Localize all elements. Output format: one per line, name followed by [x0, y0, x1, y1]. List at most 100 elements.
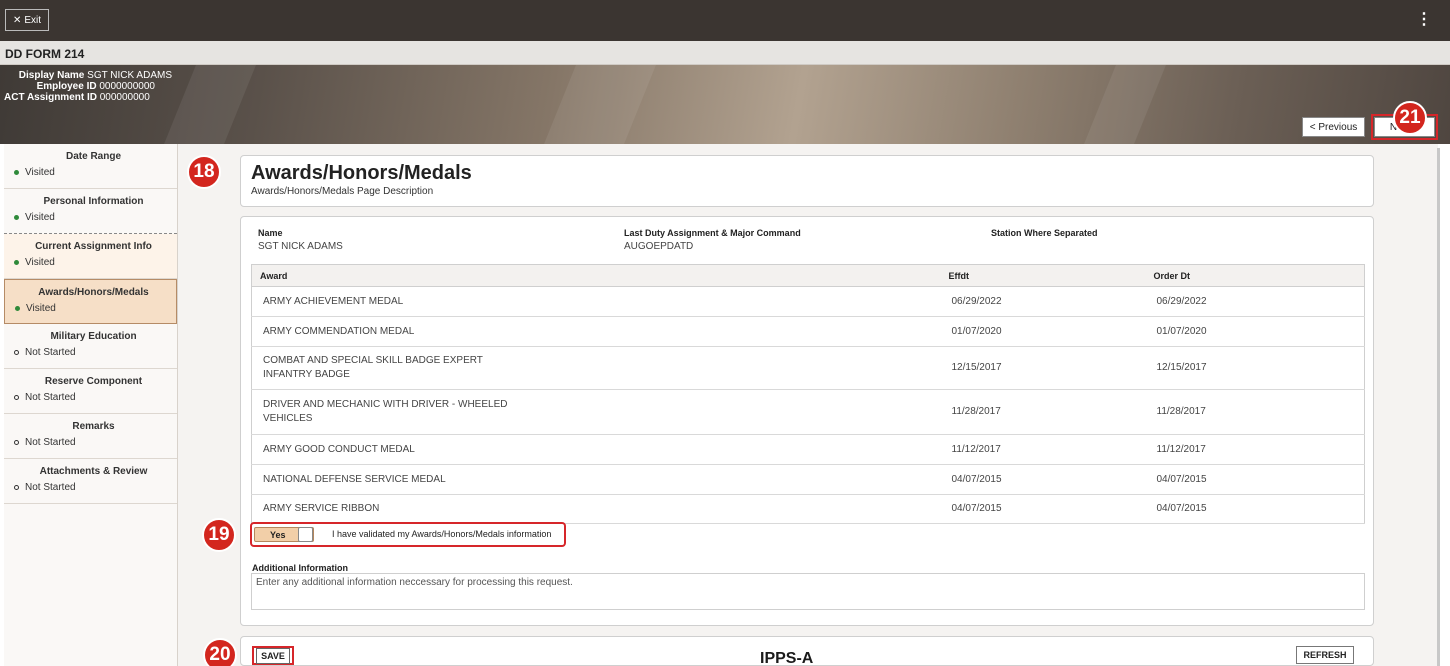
employee-info: Display Name SGT NICK ADAMS Employee ID …: [4, 70, 172, 103]
award-cell: NATIONAL DEFENSE SERVICE MEDAL: [251, 464, 941, 495]
top-bar: ✕ Exit ⋮: [0, 0, 1450, 41]
effdt-cell: 06/29/2022: [940, 286, 1146, 317]
validation-text: I have validated my Awards/Honors/Medals…: [332, 529, 552, 539]
sidebar: Date Range Visited Personal Information …: [4, 144, 178, 666]
toggle-label: Yes: [270, 529, 286, 540]
station-label: Station Where Separated: [991, 228, 1098, 238]
sidebar-item-status: Not Started: [25, 347, 76, 358]
status-circle-icon: [14, 440, 19, 445]
validation-toggle-group: Yes I have validated my Awards/Honors/Me…: [250, 522, 566, 547]
sidebar-item-remarks[interactable]: Remarks Not Started: [4, 414, 177, 459]
sidebar-item-label: Current Assignment Info: [35, 241, 152, 252]
close-icon: ✕: [12, 14, 22, 26]
order-dt-cell: 06/29/2022: [1145, 286, 1365, 317]
table-row[interactable]: ARMY COMMENDATION MEDAL 01/07/2020 01/07…: [251, 316, 1365, 347]
banner-decoration: [544, 65, 656, 144]
status-dot-icon: [14, 215, 19, 220]
sidebar-item-label: Awards/Honors/Medals: [38, 287, 149, 298]
sidebar-item-label: Military Education: [50, 331, 137, 342]
page-header-card: Awards/Honors/Medals Awards/Honors/Medal…: [240, 155, 1374, 207]
callout-badge-19: 19: [202, 518, 236, 552]
sidebar-item-reserve-component[interactable]: Reserve Component Not Started: [4, 369, 177, 414]
kebab-menu-icon[interactable]: ⋮: [1416, 12, 1432, 28]
additional-info-textarea[interactable]: Enter any additional information neccess…: [251, 573, 1365, 610]
sidebar-item-current-assignment-info[interactable]: Current Assignment Info Visited: [4, 234, 177, 279]
act-assignment-label: ACT Assignment ID: [4, 92, 97, 103]
effdt-cell: 04/07/2015: [940, 494, 1146, 524]
vertical-scrollbar[interactable]: [1437, 148, 1440, 666]
station-field: Station Where Separated: [991, 228, 1098, 241]
sidebar-item-military-education[interactable]: Military Education Not Started: [4, 324, 177, 369]
save-button[interactable]: SAVE: [252, 646, 294, 665]
ippsa-logo: IPPS-A: [760, 650, 813, 666]
act-assignment-value: 000000000: [99, 92, 150, 103]
order-dt-cell: 11/12/2017: [1145, 434, 1365, 465]
employee-id-label: Employee ID: [36, 81, 97, 92]
duty-assignment-value: AUGOEPDATD: [624, 241, 694, 252]
sidebar-item-awards-honors-medals[interactable]: Awards/Honors/Medals Visited: [4, 279, 177, 324]
sidebar-item-status: Not Started: [25, 482, 76, 493]
sidebar-item-status: Visited: [25, 167, 55, 178]
table-row[interactable]: ARMY ACHIEVEMENT MEDAL 06/29/2022 06/29/…: [251, 286, 1365, 317]
effdt-cell: 11/12/2017: [940, 434, 1146, 465]
employee-id-value: 0000000000: [99, 81, 155, 92]
exit-button[interactable]: ✕ Exit: [5, 9, 49, 31]
effdt-cell: 11/28/2017: [940, 389, 1146, 435]
award-name: ARMY ACHIEVEMENT MEDAL: [263, 295, 404, 307]
page-heading: Awards/Honors/Medals: [251, 162, 472, 184]
save-label: SAVE: [256, 647, 290, 664]
status-dot-icon: [15, 306, 20, 311]
sidebar-item-date-range[interactable]: Date Range Visited: [4, 144, 177, 189]
callout-badge-21: 21: [1393, 101, 1427, 135]
table-row[interactable]: DRIVER AND MECHANIC WITH DRIVER - WHEELE…: [251, 389, 1365, 435]
page-title: DD FORM 214: [0, 41, 1450, 65]
effdt-cell: 12/15/2017: [940, 346, 1146, 390]
column-header-award[interactable]: Award: [251, 264, 941, 287]
employee-banner: Display Name SGT NICK ADAMS Employee ID …: [0, 65, 1450, 144]
award-name: ARMY GOOD CONDUCT MEDAL: [263, 443, 415, 455]
table-row[interactable]: ARMY GOOD CONDUCT MEDAL 11/12/2017 11/12…: [251, 434, 1365, 465]
status-dot-icon: [14, 170, 19, 175]
effdt-cell: 04/07/2015: [940, 464, 1146, 495]
award-cell: ARMY SERVICE RIBBON: [251, 494, 941, 524]
sidebar-item-personal-information[interactable]: Personal Information Visited: [4, 189, 177, 234]
validation-toggle[interactable]: Yes: [254, 527, 314, 542]
award-name: DRIVER AND MECHANIC WITH DRIVER - WHEELE…: [263, 399, 508, 410]
callout-badge-18: 18: [187, 155, 221, 189]
sidebar-item-label: Date Range: [65, 151, 121, 162]
table-row[interactable]: COMBAT AND SPECIAL SKILL BADGE EXPERT INF…: [251, 346, 1365, 390]
table-row[interactable]: NATIONAL DEFENSE SERVICE MEDAL 04/07/201…: [251, 464, 1365, 495]
award-name: ARMY COMMENDATION MEDAL: [263, 325, 415, 337]
award-cell: ARMY GOOD CONDUCT MEDAL: [251, 434, 941, 465]
column-header-order-dt[interactable]: Order Dt: [1145, 264, 1365, 287]
order-dt-cell: 12/15/2017: [1145, 346, 1365, 390]
award-cell: DRIVER AND MECHANIC WITH DRIVER - WHEELE…: [251, 389, 941, 435]
table-row[interactable]: ARMY SERVICE RIBBON 04/07/2015 04/07/201…: [251, 494, 1365, 524]
column-header-effdt[interactable]: Effdt: [940, 264, 1146, 287]
sidebar-item-status: Not Started: [25, 437, 76, 448]
status-circle-icon: [14, 350, 19, 355]
refresh-button[interactable]: REFRESH: [1296, 646, 1354, 664]
duty-assignment-label: Last Duty Assignment & Major Command: [624, 228, 801, 238]
toggle-knob: [298, 527, 313, 542]
sidebar-item-status: Visited: [26, 303, 56, 314]
page-description: Awards/Honors/Medals Page Description: [251, 186, 434, 197]
previous-button[interactable]: < Previous: [1302, 117, 1365, 137]
status-dot-icon: [14, 260, 19, 265]
awards-card: Name SGT NICK ADAMS Last Duty Assignment…: [240, 216, 1374, 626]
award-name-continued: INFANTRY BADGE: [263, 369, 350, 380]
sidebar-item-attachments-review[interactable]: Attachments & Review Not Started: [4, 459, 177, 504]
sidebar-item-label: Reserve Component: [44, 376, 143, 387]
sidebar-item-label: Personal Information: [43, 196, 144, 207]
effdt-cell: 01/07/2020: [940, 316, 1146, 347]
order-dt-cell: 11/28/2017: [1145, 389, 1365, 435]
exit-label: Exit: [24, 14, 42, 26]
award-cell: COMBAT AND SPECIAL SKILL BADGE EXPERT INF…: [251, 346, 941, 390]
sidebar-item-status: Not Started: [25, 392, 76, 403]
status-circle-icon: [14, 395, 19, 400]
display-name-label: Display Name: [18, 70, 85, 81]
additional-info-label: Additional Information: [252, 563, 348, 573]
duty-assignment-field: Last Duty Assignment & Major Command AUG…: [624, 228, 801, 252]
display-name-value: SGT NICK ADAMS: [87, 70, 172, 81]
status-circle-icon: [14, 485, 19, 490]
